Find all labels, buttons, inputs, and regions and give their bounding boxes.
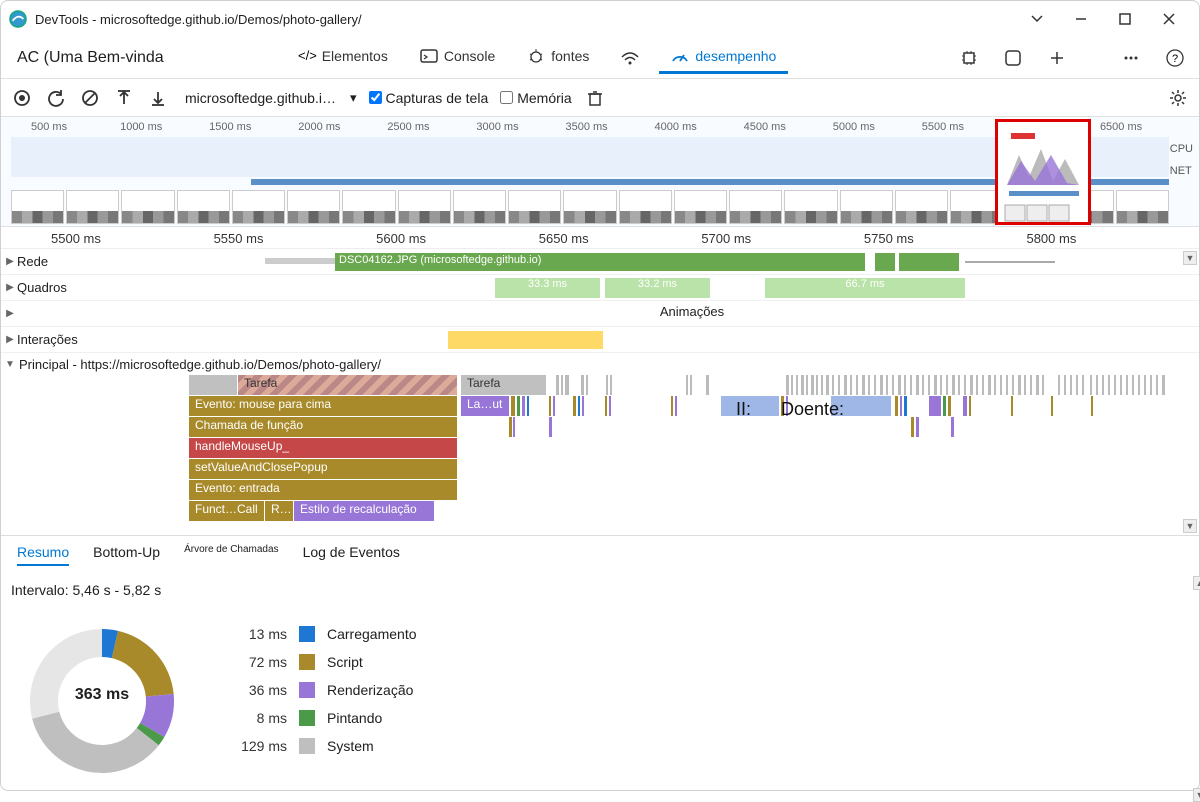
window-titlebar: DevTools - microsoftedge.github.io/Demos… (1, 1, 1199, 37)
event-entrada[interactable]: Evento: entrada (189, 480, 457, 500)
annotation-doente: Doente: (781, 399, 844, 420)
micro-tasks (556, 375, 1187, 395)
tab-bottomup[interactable]: Bottom-Up (93, 544, 160, 566)
screenshots-checkbox[interactable]: Capturas de tela (369, 90, 489, 106)
minimize-button[interactable] (1059, 1, 1103, 37)
memory-input[interactable] (500, 91, 513, 104)
cpu-label: CPU (1170, 143, 1193, 155)
legend-row: 36 msRenderização (227, 682, 417, 698)
legend-row: 72 msScript (227, 654, 417, 670)
task-bar-2[interactable]: Tarefa (461, 375, 546, 395)
elements-icon: </> (298, 47, 316, 65)
micro-events (511, 396, 1187, 416)
upload-icon[interactable] (113, 87, 135, 109)
dock-icon[interactable] (997, 42, 1029, 74)
clear-button[interactable] (79, 87, 101, 109)
wifi-icon (621, 47, 639, 65)
tab-network-icon-only[interactable] (609, 41, 651, 74)
scroll-up-icon[interactable]: ▲ (1193, 576, 1200, 590)
memory-checkbox[interactable]: Memória (500, 90, 571, 106)
tab-resumo[interactable]: Resumo (17, 544, 69, 566)
bug-icon (527, 47, 545, 65)
legend-row: 129 msSystem (227, 738, 417, 754)
download-icon[interactable] (147, 87, 169, 109)
legend-row: 8 msPintando (227, 710, 417, 726)
disclosure-icon[interactable]: ▶ (1, 256, 15, 267)
set-value-close[interactable]: setValueAndClosePopup (189, 459, 457, 479)
summary-body: 363 ms 13 msCarregamento 72 msScript 36 ms… (1, 606, 1199, 796)
annotation-ii: II: (736, 399, 751, 420)
devtools-tabstrip: AC (Uma Bem-vinda </> Elementos Console … (1, 37, 1199, 79)
summary-tabs: Resumo Bottom-Up Árvore de Chamadas Log … (1, 535, 1199, 574)
chevron-down-icon[interactable] (1015, 1, 1059, 37)
svg-text:</>: </> (298, 48, 317, 63)
track-interactions[interactable]: ▶ Interações (1, 327, 1199, 353)
recording-url[interactable]: microsoftedge.github.i… (185, 90, 336, 106)
tab-label: Elementos (322, 48, 388, 64)
console-icon (420, 47, 438, 65)
window-title: DevTools - microsoftedge.github.io/Demos… (35, 12, 1015, 27)
net-req-small (265, 258, 335, 264)
perf-toolbar: microsoftedge.github.i… ▾ Capturas de te… (1, 79, 1199, 117)
url-dropdown-icon[interactable]: ▾ (350, 90, 357, 106)
disclosure-open-icon[interactable]: ▼ (5, 359, 19, 370)
disclosure-icon[interactable]: ▶ (1, 308, 15, 319)
tab-calltree[interactable]: Árvore de Chamadas (184, 544, 279, 566)
disclosure-icon[interactable]: ▶ (1, 282, 15, 293)
function-call[interactable]: Chamada de função (189, 417, 457, 437)
tab-eventlog[interactable]: Log de Eventos (303, 544, 400, 566)
trash-icon[interactable] (584, 87, 606, 109)
record-button[interactable] (11, 87, 33, 109)
svg-text:?: ? (1172, 53, 1178, 65)
edge-icon (9, 10, 27, 28)
tab-label: desempenho (695, 48, 776, 64)
tab-label: fontes (551, 48, 589, 64)
scroll-down-icon[interactable]: ▼ (1183, 251, 1197, 265)
close-button[interactable] (1147, 1, 1191, 37)
detail-ruler: 5500 ms5550 ms5600 ms5650 ms5700 ms5750 … (1, 227, 1199, 249)
welcome-label: AC (Uma Bem-vinda (9, 49, 172, 67)
donut-chart: 363 ms (17, 616, 187, 786)
reload-button[interactable] (45, 87, 67, 109)
scroll-down-icon[interactable]: ▼ (1193, 788, 1200, 802)
interval-label: Intervalo: 5,46 s - 5,82 s (11, 582, 1199, 598)
chip-icon[interactable] (953, 42, 985, 74)
help-icon[interactable]: ? (1159, 42, 1191, 74)
donut-center: 363 ms (17, 686, 187, 704)
interaction-bar[interactable] (448, 331, 603, 349)
track-animations[interactable]: ▶ Animações ▼ (1, 301, 1199, 327)
disclosure-icon[interactable]: ▶ (1, 334, 15, 345)
plus-icon[interactable] (1041, 42, 1073, 74)
track-network[interactable]: ▶ Rede DSC04162.JPG (microsoftedge.githu… (1, 249, 1199, 275)
tab-console[interactable]: Console (408, 41, 507, 74)
event-mouseup[interactable]: Evento: mouse para cima (189, 396, 457, 416)
maximize-button[interactable] (1103, 1, 1147, 37)
tab-elements[interactable]: </> Elementos (286, 41, 400, 74)
tracks-panel: ▶ Rede DSC04162.JPG (microsoftedge.githu… (1, 249, 1199, 535)
selection-highlight (995, 119, 1091, 225)
tab-sources[interactable]: fontes (515, 41, 601, 74)
handle-mouseup[interactable]: handleMouseUp_ (189, 438, 457, 458)
screenshots-input[interactable] (369, 91, 382, 104)
task-bar[interactable]: Tarefa (238, 375, 457, 395)
overview-timeline[interactable]: 500 ms1000 ms1500 ms2000 ms2500 ms3000 m… (1, 117, 1199, 227)
legend: 13 msCarregamento 72 msScript 36 msRenderi… (227, 626, 417, 754)
legend-row: 13 msCarregamento (227, 626, 417, 642)
tab-performance[interactable]: desempenho (659, 41, 788, 74)
track-frames[interactable]: ▶ Quadros 33.3 ms 33.2 ms 66.7 ms ▲ (1, 275, 1199, 301)
gear-icon[interactable] (1167, 87, 1189, 109)
track-main[interactable]: ▼ Principal - https://microsoftedge.gith… (1, 353, 1199, 375)
gauge-icon (671, 47, 689, 65)
network-bar[interactable]: DSC04162.JPG (microsoftedge.github.io) (335, 253, 865, 271)
more-icon[interactable] (1115, 42, 1147, 74)
net-label: NET (1170, 165, 1193, 177)
tab-label: Console (444, 48, 495, 64)
scroll-down-icon[interactable]: ▼ (1183, 519, 1197, 533)
